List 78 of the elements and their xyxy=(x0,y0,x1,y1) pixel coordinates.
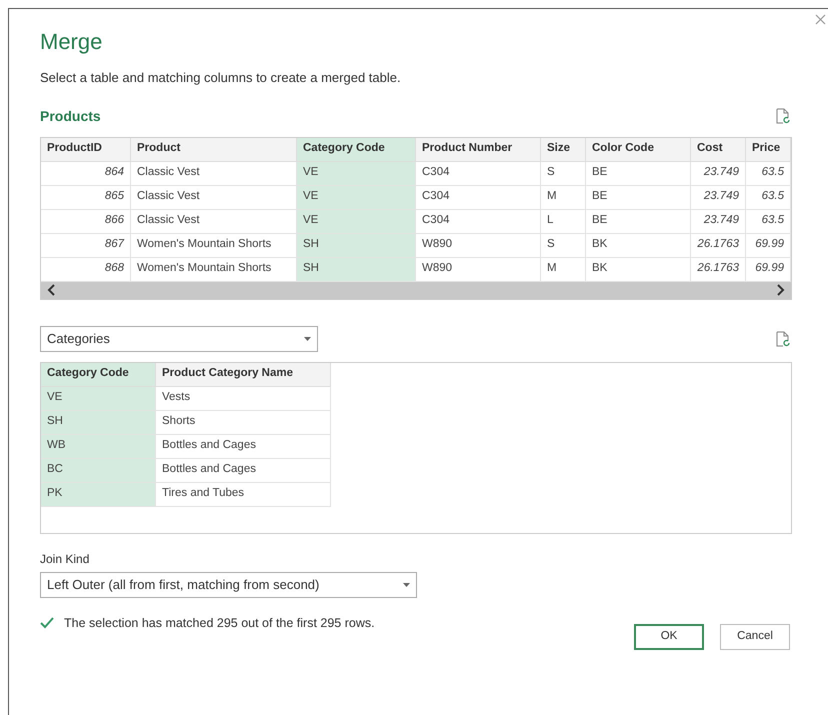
table-cell: C304 xyxy=(416,210,541,234)
table-cell: C304 xyxy=(416,162,541,186)
table-cell: W890 xyxy=(416,258,541,282)
table-cell: Bottles and Cages xyxy=(156,458,331,482)
caret-icon xyxy=(304,336,311,340)
table-cell: Classic Vest xyxy=(131,162,297,186)
table-cell: 69.99 xyxy=(746,258,791,282)
table-cell: VE xyxy=(41,386,156,410)
join-kind-label: Join Kind xyxy=(40,550,90,568)
table-cell: L xyxy=(541,210,586,234)
table-dropdown[interactable]: Categories xyxy=(40,326,318,352)
column-header[interactable]: Price xyxy=(746,138,791,162)
table-cell: 864 xyxy=(41,162,131,186)
table-cell: VE xyxy=(297,162,416,186)
checkmark-icon xyxy=(40,616,54,629)
table-cell: SH xyxy=(297,234,416,258)
table-cell: 63.5 xyxy=(746,210,791,234)
join-kind-dropdown[interactable]: Left Outer (all from first, matching from second) xyxy=(40,572,417,598)
column-header[interactable]: Cost xyxy=(691,138,746,162)
column-header[interactable]: Product Number xyxy=(416,138,541,162)
table-cell: 69.99 xyxy=(746,234,791,258)
table-cell: 63.5 xyxy=(746,162,791,186)
horizontal-scrollbar[interactable] xyxy=(41,282,791,298)
table-cell: BC xyxy=(41,458,156,482)
table-cell: 866 xyxy=(41,210,131,234)
table-cell: Women's Mountain Shorts xyxy=(131,258,297,282)
caret-icon xyxy=(403,582,410,586)
table-cell: BE xyxy=(586,186,691,210)
table-cell: 63.5 xyxy=(746,186,791,210)
table-cell: 867 xyxy=(41,234,131,258)
table-cell: SH xyxy=(41,410,156,434)
scroll-left-icon[interactable] xyxy=(47,284,55,296)
table-cell: Classic Vest xyxy=(131,210,297,234)
cancel-button[interactable]: Cancel xyxy=(720,624,790,650)
table-cell: 865 xyxy=(41,186,131,210)
column-header[interactable]: Category Code xyxy=(41,362,156,386)
table-cell: PK xyxy=(41,482,156,506)
table-cell: 26.1763 xyxy=(691,258,746,282)
table-cell: W890 xyxy=(416,234,541,258)
table-cell: M xyxy=(541,186,586,210)
table-cell: VE xyxy=(297,186,416,210)
table-cell: 23.749 xyxy=(691,210,746,234)
table-cell: BK xyxy=(586,234,691,258)
table-cell: BE xyxy=(586,210,691,234)
table-cell: WB xyxy=(41,434,156,458)
table-cell: S xyxy=(541,234,586,258)
table-title: Products xyxy=(40,106,101,126)
column-header[interactable]: Product Category Name xyxy=(156,362,331,386)
table-cell: M xyxy=(541,258,586,282)
column-header[interactable]: ProductID xyxy=(41,138,131,162)
dialog-subtitle: Select a table and matching columns to create a merged table. xyxy=(40,69,402,87)
table-cell: VE xyxy=(297,210,416,234)
table-cell: S xyxy=(541,162,586,186)
status-message: The selection has matched 295 out of the first 295 rows. xyxy=(64,614,375,632)
column-header[interactable]: Category Code xyxy=(297,138,416,162)
table-cell: 23.749 xyxy=(691,186,746,210)
table-cell: Shorts xyxy=(156,410,331,434)
table-cell: SH xyxy=(297,258,416,282)
table-cell: BE xyxy=(586,162,691,186)
table-cell: 23.749 xyxy=(691,162,746,186)
ok-button[interactable]: OK xyxy=(634,624,704,650)
scroll-right-icon[interactable] xyxy=(777,284,785,296)
table-cell: C304 xyxy=(416,186,541,210)
table-cell: Bottles and Cages xyxy=(156,434,331,458)
dialog-title: Merge xyxy=(40,28,104,56)
refresh-document-icon[interactable] xyxy=(776,330,790,346)
table-cell: 868 xyxy=(41,258,131,282)
table-cell: BK xyxy=(586,258,691,282)
table-cell: Tires and Tubes xyxy=(156,482,331,506)
refresh-document-icon[interactable] xyxy=(776,108,790,124)
table-cell: 26.1763 xyxy=(691,234,746,258)
table-cell: Vests xyxy=(156,386,331,410)
table-cell: Women's Mountain Shorts xyxy=(131,234,297,258)
column-header[interactable]: Color Code xyxy=(586,138,691,162)
table-cell: Classic Vest xyxy=(131,186,297,210)
column-header[interactable]: Size xyxy=(541,138,586,162)
column-header[interactable]: Product xyxy=(131,138,297,162)
close-icon[interactable] xyxy=(815,14,826,25)
